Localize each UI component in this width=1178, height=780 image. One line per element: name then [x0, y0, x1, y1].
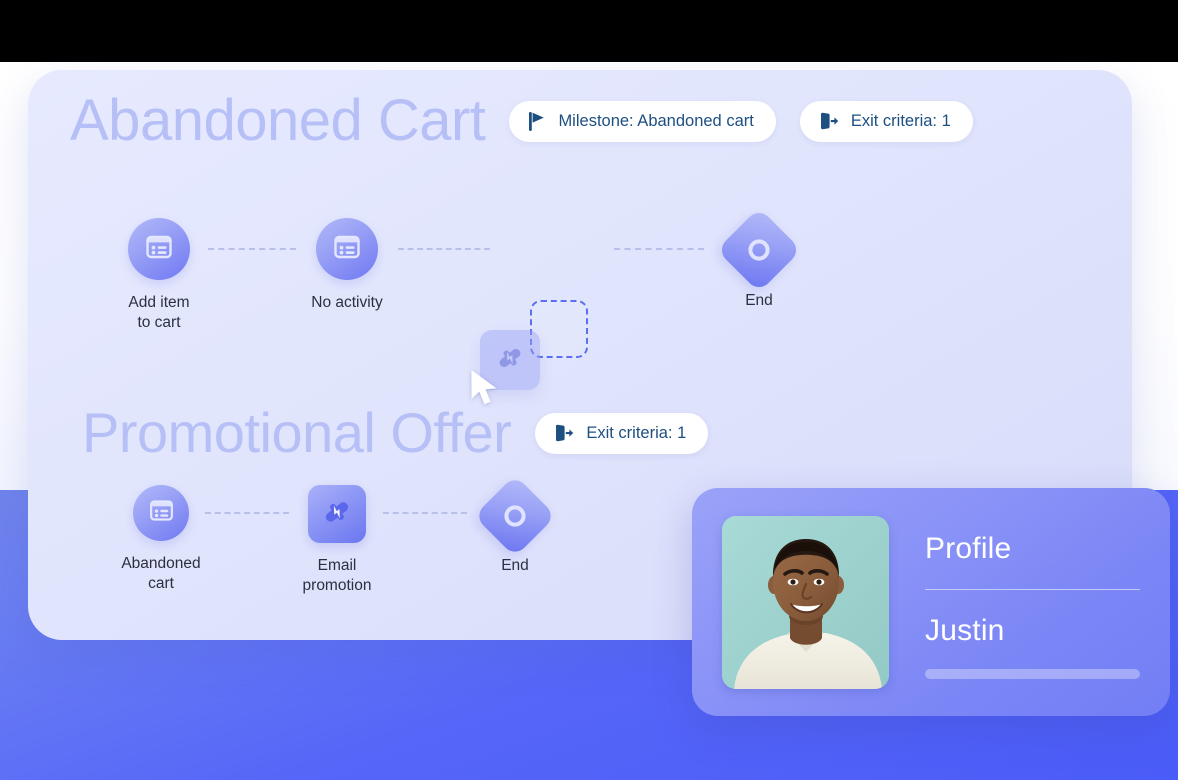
flow-node-label: End	[745, 292, 773, 309]
connector-dashed	[205, 512, 289, 514]
bolt-icon	[321, 496, 353, 533]
profile-card[interactable]: Profile Justin	[692, 488, 1170, 716]
profile-name: Justin	[925, 613, 1005, 647]
form-icon	[148, 497, 175, 529]
pill-exit-criteria[interactable]: Exit criteria: 1	[799, 100, 973, 142]
flow-row-abandoned-cart: Add item to cart No activity End	[104, 207, 814, 334]
flow-node-no-activity[interactable]: No activity	[292, 218, 402, 313]
connector-dashed	[614, 248, 704, 250]
ring-icon	[746, 237, 772, 263]
pill-exit-criteria-label: Exit criteria: 1	[586, 423, 687, 442]
flow-node-abandoned-cart[interactable]: Abandoned cart	[113, 485, 209, 595]
flow-node-email-promotion[interactable]: Email promotion	[289, 485, 385, 597]
node-shape-diamond	[473, 474, 557, 558]
flow-node-label: Email promotion	[302, 557, 372, 595]
pill-milestone[interactable]: Milestone: Abandoned cart	[509, 100, 776, 142]
divider	[925, 588, 1140, 590]
node-shape-circle	[133, 485, 189, 541]
pill-exit-criteria[interactable]: Exit criteria: 1	[535, 412, 709, 454]
form-icon	[332, 232, 362, 267]
exit-icon	[820, 112, 839, 130]
flow-node-label: No activity	[311, 294, 383, 311]
flow-node-label: Abandoned cart	[121, 555, 201, 593]
profile-placeholder-bar	[925, 668, 1140, 679]
flow-node-end-2[interactable]: End	[467, 474, 563, 576]
flow-node-add-item-to-cart[interactable]: Add item to cart	[104, 218, 214, 334]
avatar	[722, 515, 889, 689]
section-header-promotional-offer: Promotional Offer Exit criteria: 1	[82, 401, 709, 464]
section-title: Promotional Offer	[82, 401, 512, 464]
node-shape-circle	[316, 218, 378, 280]
section-header-abandoned-cart: Abandoned Cart Milestone: Abandoned cart	[70, 92, 973, 150]
exit-icon	[555, 424, 574, 442]
form-icon	[144, 232, 174, 267]
node-shape-square	[308, 485, 366, 543]
flow-row-promotional-offer: Abandoned cart Email promotion End	[113, 474, 563, 597]
profile-card-title: Profile	[925, 531, 1012, 565]
pill-milestone-label: Milestone: Abandoned cart	[558, 111, 754, 130]
flow-node-end-1[interactable]: End	[704, 207, 814, 311]
flow-node-label: End	[501, 557, 529, 574]
connector-dashed	[398, 248, 490, 250]
screenshot-stage: Abandoned Cart Milestone: Abandoned cart	[0, 0, 1178, 780]
node-shape-diamond	[716, 207, 802, 293]
section-title: Abandoned Cart	[70, 88, 486, 153]
flag-icon	[529, 111, 546, 131]
connector-dashed	[383, 512, 467, 514]
profile-info: Profile Justin	[925, 515, 1140, 689]
flow-node-label: Add item to cart	[128, 294, 190, 332]
node-shape-circle	[128, 218, 190, 280]
connector-dashed	[208, 248, 296, 250]
pill-exit-criteria-label: Exit criteria: 1	[850, 111, 951, 130]
ring-icon	[502, 503, 528, 529]
